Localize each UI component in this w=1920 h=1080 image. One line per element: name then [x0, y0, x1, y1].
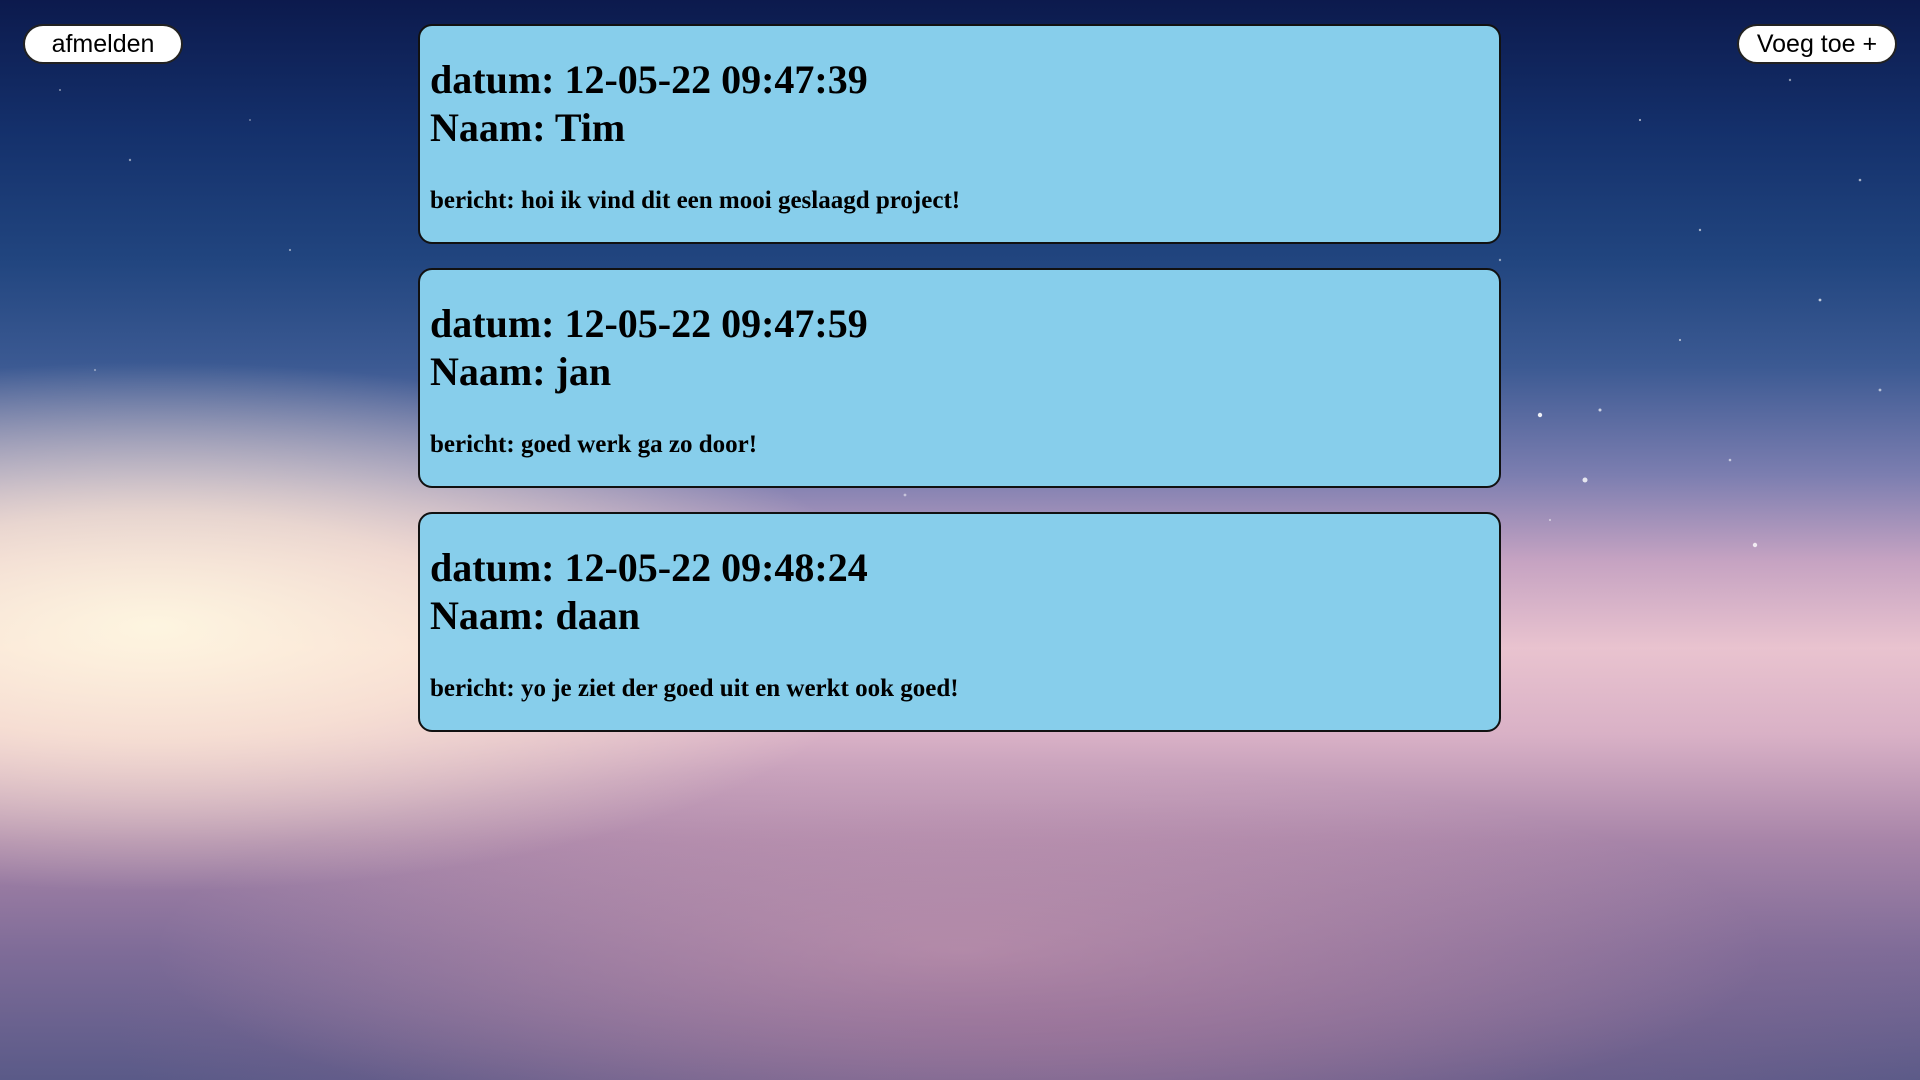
message-date: datum: 12-05-22 09:47:39 [430, 57, 868, 102]
add-message-button[interactable]: Voeg toe + [1737, 24, 1897, 64]
message-card: datum: 12-05-22 09:47:59 Naam: jan beric… [418, 268, 1501, 488]
message-card: datum: 12-05-22 09:48:24 Naam: daan beri… [418, 512, 1501, 732]
message-list: datum: 12-05-22 09:47:39 Naam: Tim beric… [418, 24, 1501, 756]
message-card: datum: 12-05-22 09:47:39 Naam: Tim beric… [418, 24, 1501, 244]
message-date: datum: 12-05-22 09:48:24 [430, 545, 868, 590]
message-text: bericht: yo je ziet der goed uit en werk… [430, 675, 959, 702]
message-text: bericht: goed werk ga zo door! [430, 431, 758, 458]
message-date: datum: 12-05-22 09:47:59 [430, 301, 868, 346]
message-author: Naam: Tim [430, 105, 626, 150]
message-text: bericht: hoi ik vind dit een mooi geslaa… [430, 187, 961, 214]
message-author: Naam: daan [430, 593, 641, 638]
message-author: Naam: jan [430, 349, 612, 394]
logout-button[interactable]: afmelden [23, 24, 183, 64]
